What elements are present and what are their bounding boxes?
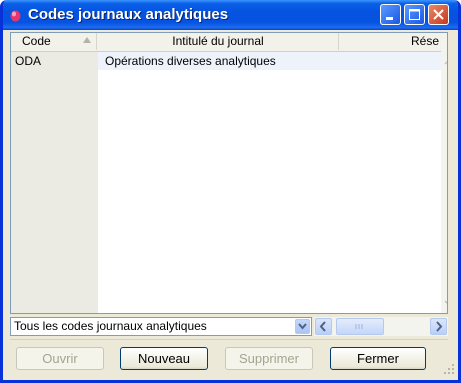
window-title: Codes journaux analytiques [28, 6, 229, 23]
window: Codes journaux analytiques Code Intitulé… [0, 0, 461, 383]
grip-icon [355, 324, 363, 329]
column-header-label[interactable]: Intitulé du journal [98, 33, 339, 50]
open-button[interactable]: Ouvrir [16, 347, 104, 370]
separator [10, 339, 448, 340]
chevron-down-icon [298, 323, 307, 330]
close-icon [433, 9, 444, 20]
row-label: Opérations diverses analytiques [105, 54, 276, 68]
minimize-button[interactable] [380, 4, 401, 25]
minimize-icon [386, 17, 393, 20]
sort-ascending-icon [83, 37, 91, 43]
code-column-background [11, 52, 98, 313]
close-window-button[interactable] [428, 4, 449, 25]
delete-button[interactable]: Supprimer [225, 347, 313, 370]
column-header-reserved[interactable]: Rése [339, 33, 441, 50]
maximize-icon [409, 9, 420, 20]
chevron-left-icon [319, 321, 326, 332]
filter-selected-value: Tous les codes journaux analytiques [14, 319, 207, 333]
app-icon [10, 10, 21, 22]
scroll-right-button[interactable] [430, 318, 447, 335]
list-header: Code Intitulé du journal Rése [11, 33, 441, 52]
scroll-down-icon[interactable] [442, 296, 448, 310]
title-bar[interactable]: Codes journaux analytiques [3, 0, 458, 30]
table-row[interactable]: ODA Opérations diverses analytiques [11, 52, 441, 70]
scroll-left-button[interactable] [315, 318, 332, 335]
filter-bar: Tous les codes journaux analytiques [10, 317, 448, 337]
chevron-right-icon [436, 321, 443, 332]
vertical-scrollbar[interactable] [441, 33, 448, 313]
horizontal-scrollbar[interactable] [314, 317, 448, 336]
filter-dropdown[interactable]: Tous les codes journaux analytiques [10, 317, 312, 336]
resize-grip-icon[interactable] [443, 363, 455, 375]
scroll-up-icon[interactable] [442, 55, 448, 69]
journal-list[interactable]: Code Intitulé du journal Rése ODA Opérat… [10, 32, 448, 314]
row-code: ODA [15, 54, 42, 68]
scroll-thumb[interactable] [336, 318, 384, 335]
new-button[interactable]: Nouveau [120, 347, 208, 370]
maximize-button[interactable] [404, 4, 425, 25]
close-button[interactable]: Fermer [330, 347, 426, 370]
dropdown-button[interactable] [295, 319, 310, 334]
